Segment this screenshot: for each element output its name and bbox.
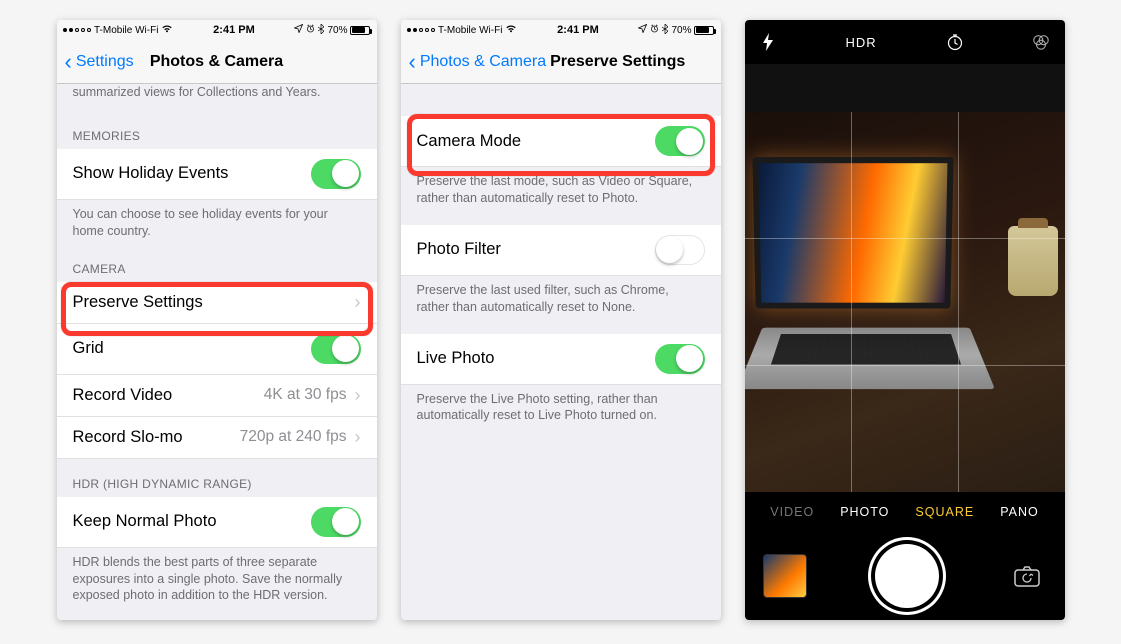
back-label: Photos & Camera (420, 53, 546, 71)
wifi-icon (505, 24, 517, 36)
section-header-hdr: HDR (HIGH DYNAMIC RANGE) (57, 459, 377, 497)
battery-pct: 70% (671, 25, 691, 36)
chevron-right-icon: › (355, 427, 361, 448)
row-record-slomo[interactable]: Record Slo-mo 720p at 240 fps › (57, 417, 377, 459)
row-label: Camera Mode (417, 132, 522, 151)
mode-photo[interactable]: PHOTO (840, 505, 889, 519)
bluetooth-icon (662, 24, 668, 37)
camera-app-screen: HDR VIDEO PHOTO SQUARE PANO (745, 20, 1065, 620)
toggle-live-photo[interactable] (655, 344, 705, 374)
row-preserve-settings[interactable]: Preserve Settings › (57, 282, 377, 324)
chevron-right-icon: › (355, 292, 361, 313)
signal-dots-icon (407, 28, 436, 33)
battery-icon (694, 26, 714, 35)
row-value: 720p at 240 fps (240, 428, 347, 446)
battery-pct: 70% (327, 25, 347, 36)
row-keep-normal-photo[interactable]: Keep Normal Photo (57, 497, 377, 548)
chevron-right-icon: › (355, 385, 361, 406)
location-icon (638, 24, 647, 36)
truncated-section-footer: summarized views for Collections and Yea… (57, 84, 377, 111)
mode-video[interactable]: VIDEO (770, 505, 814, 519)
mode-square[interactable]: SQUARE (915, 505, 974, 519)
settings-photos-camera-screen: T-Mobile Wi-Fi 2:41 PM 70% ‹ Settings Ph… (57, 20, 377, 620)
section-footer-memories: You can choose to see holiday events for… (57, 200, 377, 244)
chevron-left-icon: ‹ (65, 51, 72, 73)
wifi-icon (161, 24, 173, 36)
mode-pano[interactable]: PANO (1000, 505, 1039, 519)
flash-icon[interactable] (759, 33, 777, 51)
back-button[interactable]: ‹ Settings (57, 51, 134, 73)
row-live-photo[interactable]: Live Photo (401, 334, 721, 385)
camera-mode-selector[interactable]: VIDEO PHOTO SQUARE PANO (745, 492, 1065, 532)
shutter-button[interactable] (875, 544, 939, 608)
grid-overlay (745, 112, 1065, 492)
alarm-icon (306, 24, 315, 36)
row-label: Record Video (73, 386, 173, 405)
row-label: Record Slo-mo (73, 428, 183, 447)
timer-icon[interactable] (946, 33, 964, 51)
status-bar: T-Mobile Wi-Fi 2:41 PM 70% (57, 20, 377, 40)
status-bar: T-Mobile Wi-Fi 2:41 PM 70% (401, 20, 721, 40)
row-label: Show Holiday Events (73, 164, 229, 183)
last-photo-thumbnail[interactable] (763, 554, 807, 598)
toggle-camera-mode[interactable] (655, 126, 705, 156)
status-time: 2:41 PM (557, 24, 599, 36)
battery-icon (350, 26, 370, 35)
row-label: Preserve Settings (73, 293, 203, 312)
section-header-memories: MEMORIES (57, 111, 377, 149)
row-label: Keep Normal Photo (73, 512, 217, 531)
bluetooth-icon (318, 24, 324, 37)
preserve-settings-screen: T-Mobile Wi-Fi 2:41 PM 70% ‹ Photos & Ca… (401, 20, 721, 620)
camera-bottom-bar (745, 532, 1065, 620)
signal-dots-icon (63, 28, 92, 33)
camera-top-bar: HDR (745, 20, 1065, 64)
row-show-holiday-events[interactable]: Show Holiday Events (57, 149, 377, 200)
back-label: Settings (76, 53, 134, 71)
settings-list[interactable]: Camera Mode Preserve the last mode, such… (401, 84, 721, 620)
section-footer-live-photo: Preserve the Live Photo setting, rather … (401, 385, 721, 429)
page-title: Preserve Settings (550, 53, 685, 71)
nav-bar: ‹ Photos & Camera Preserve Settings (401, 40, 721, 84)
hdr-button[interactable]: HDR (845, 35, 876, 50)
row-grid[interactable]: Grid (57, 324, 377, 375)
nav-bar: ‹ Settings Photos & Camera (57, 40, 377, 84)
alarm-icon (650, 24, 659, 36)
toggle-keep-normal[interactable] (311, 507, 361, 537)
row-camera-mode[interactable]: Camera Mode (401, 116, 721, 167)
section-header-camera: CAMERA (57, 244, 377, 282)
location-icon (294, 24, 303, 36)
status-time: 2:41 PM (213, 24, 255, 36)
settings-list[interactable]: summarized views for Collections and Yea… (57, 84, 377, 620)
row-value: 4K at 30 fps (264, 386, 347, 404)
row-record-video[interactable]: Record Video 4K at 30 fps › (57, 375, 377, 417)
row-label: Photo Filter (417, 240, 501, 259)
toggle-show-holiday[interactable] (311, 159, 361, 189)
toggle-grid[interactable] (311, 334, 361, 364)
row-label: Grid (73, 339, 104, 358)
camera-viewfinder[interactable] (745, 64, 1065, 492)
section-footer-camera-mode: Preserve the last mode, such as Video or… (401, 167, 721, 211)
row-photo-filter[interactable]: Photo Filter (401, 225, 721, 276)
section-footer-photo-filter: Preserve the last used filter, such as C… (401, 276, 721, 320)
row-label: Live Photo (417, 349, 495, 368)
section-footer-hdr: HDR blends the best parts of three separ… (57, 548, 377, 609)
chevron-left-icon: ‹ (409, 51, 416, 73)
carrier-label: T-Mobile Wi-Fi (438, 25, 502, 36)
filters-icon[interactable] (1032, 33, 1050, 51)
back-button[interactable]: ‹ Photos & Camera (401, 51, 547, 73)
flip-camera-button[interactable] (1007, 556, 1047, 596)
page-title: Photos & Camera (150, 53, 283, 71)
carrier-label: T-Mobile Wi-Fi (94, 25, 158, 36)
toggle-photo-filter[interactable] (655, 235, 705, 265)
